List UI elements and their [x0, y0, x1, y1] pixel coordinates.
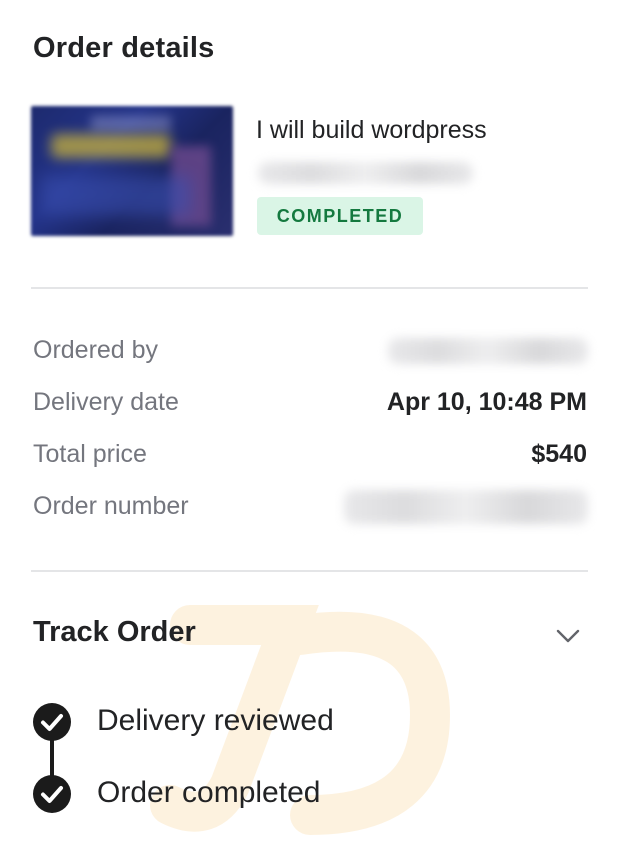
- status-badge: COMPLETED: [257, 197, 423, 235]
- total-price-value: $540: [531, 440, 587, 468]
- seller-name-redacted: [258, 162, 473, 184]
- order-number-label: Order number: [33, 492, 189, 520]
- gig-title[interactable]: I will build wordpress: [256, 116, 487, 145]
- gig-thumbnail[interactable]: [31, 106, 233, 236]
- delivery-date-value: Apr 10, 10:48 PM: [386, 388, 587, 416]
- total-price-label: Total price: [33, 440, 147, 468]
- ordered-by-label: Ordered by: [33, 336, 159, 364]
- timeline-step-label: Order completed: [97, 776, 321, 809]
- chevron-down-icon[interactable]: [556, 626, 580, 646]
- ordered-by-value-redacted: [388, 338, 588, 364]
- order-details-card: Order details I will build wordpress COM…: [0, 0, 620, 852]
- timeline-step-label: Delivery reviewed: [97, 704, 334, 737]
- order-number-value-redacted: [344, 490, 588, 524]
- divider: [31, 570, 588, 572]
- check-circle-icon: [33, 775, 71, 813]
- track-order-title[interactable]: Track Order: [33, 616, 196, 649]
- divider: [31, 287, 588, 289]
- timeline-connector: [50, 740, 54, 778]
- page-title: Order details: [33, 32, 215, 64]
- delivery-date-label: Delivery date: [33, 388, 179, 416]
- check-circle-icon: [33, 703, 71, 741]
